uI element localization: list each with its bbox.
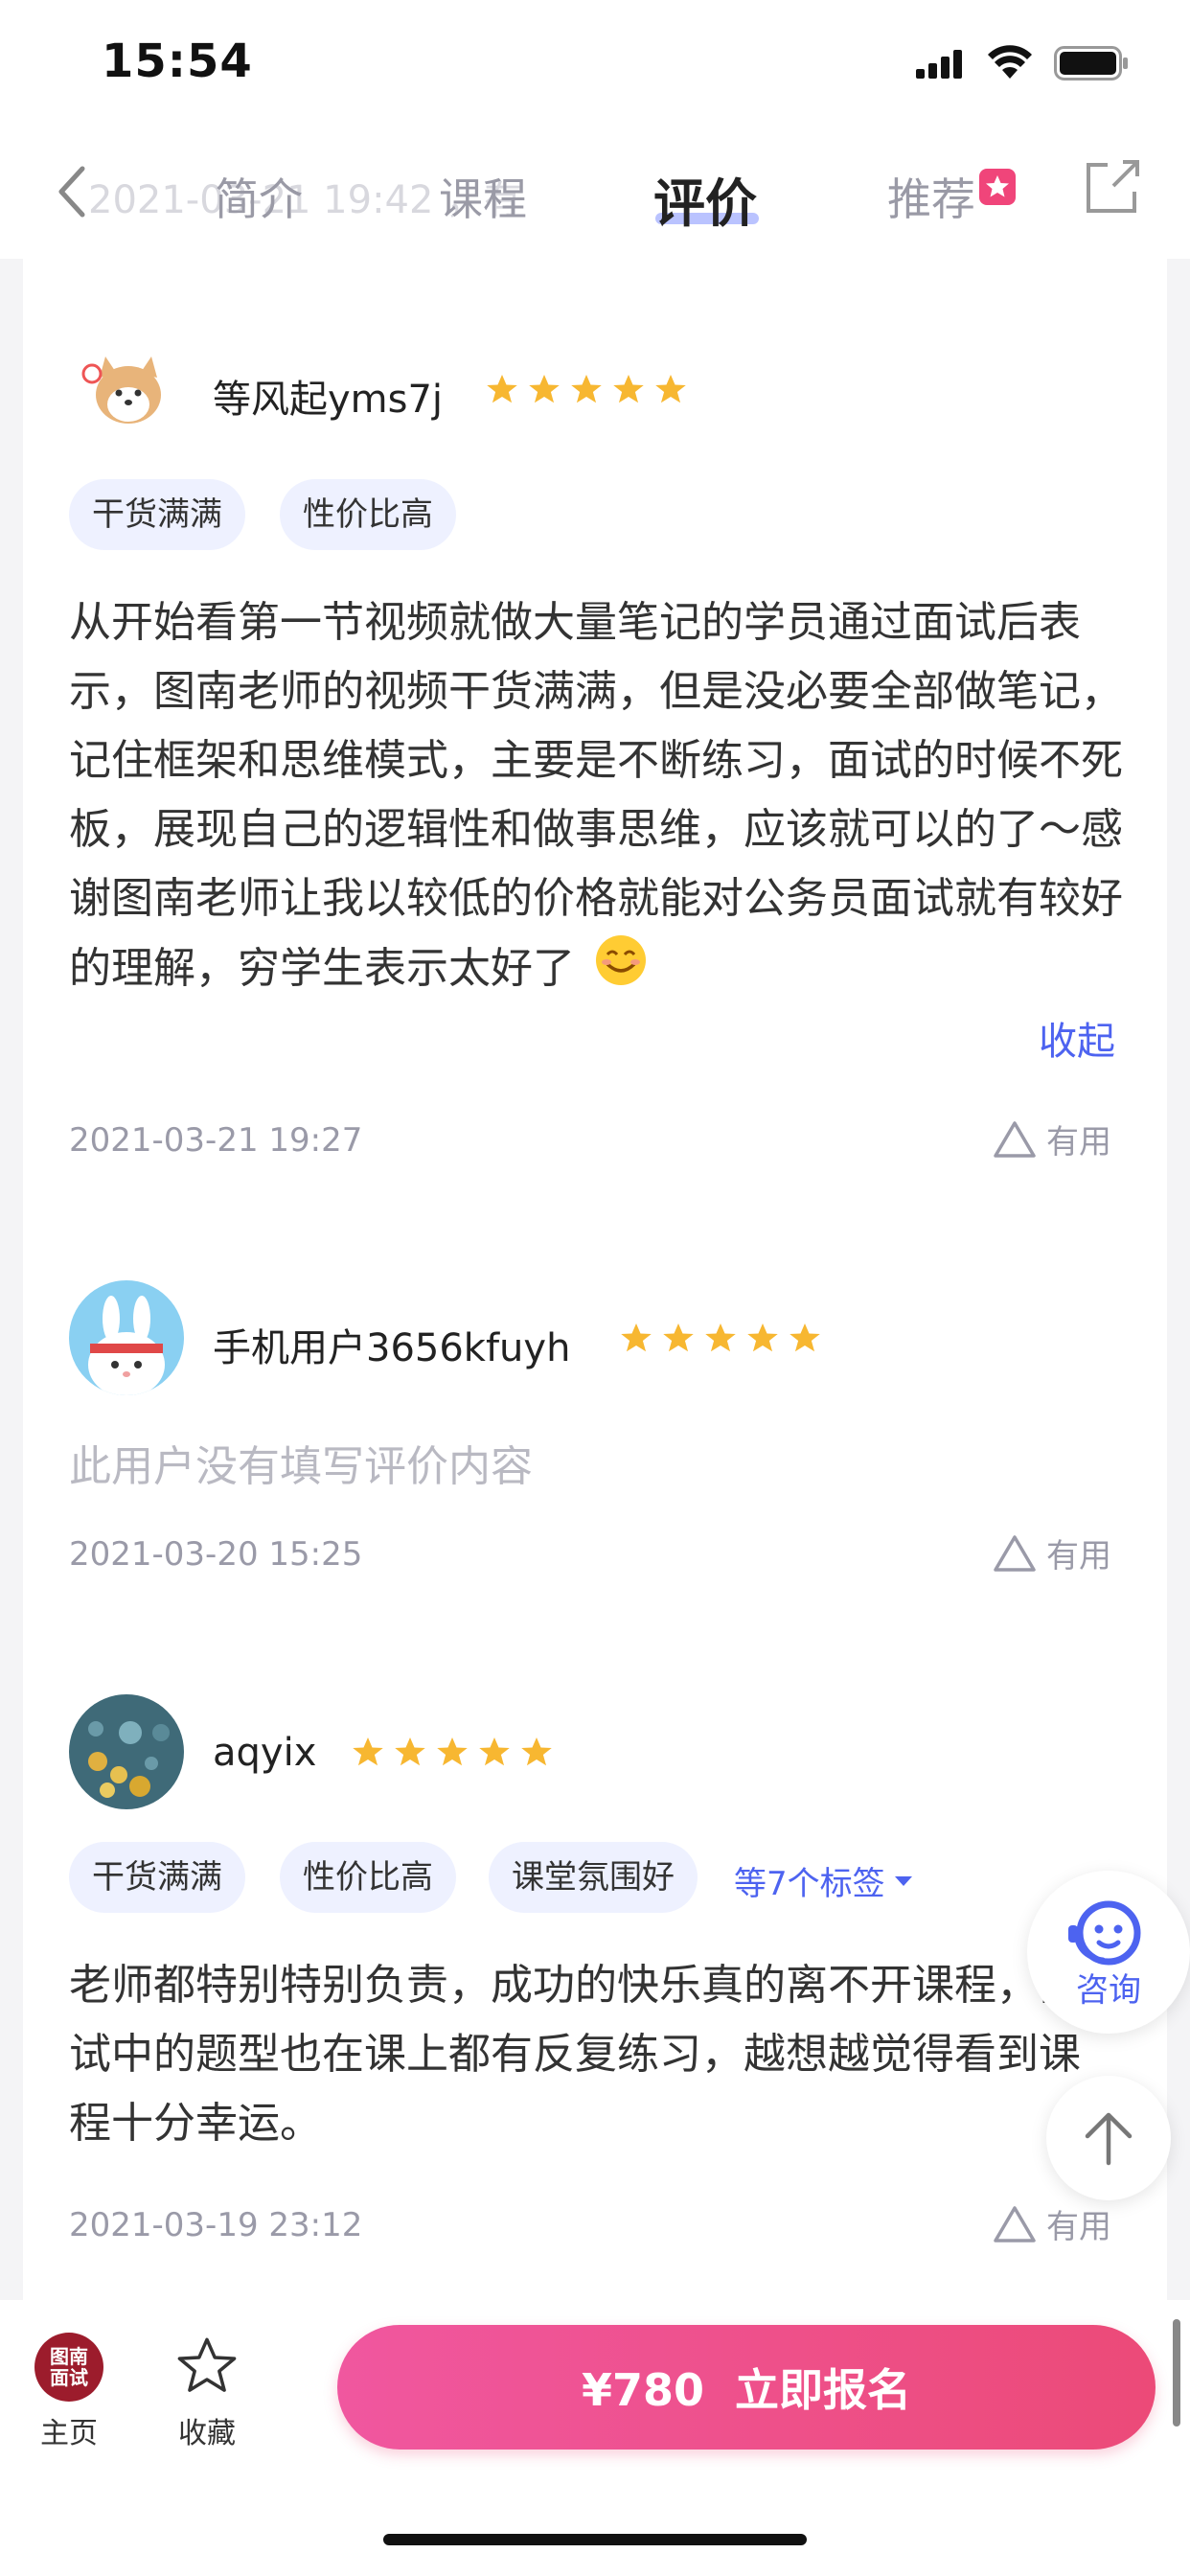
star-icon [529,375,560,403]
review-content: 老师都特别特别负责，成功的快乐真的离不开课程，面试中的题型也在课上都有反复练习，… [69,1961,1081,2148]
star-icon [663,1323,694,1352]
star-rating [619,1321,822,1355]
star-icon [487,375,517,403]
useful-button[interactable]: 有用 [993,2200,1111,2247]
home-indicator [383,2534,807,2545]
smile-emoji-icon [594,933,648,1008]
status-time: 15:54 [102,34,253,88]
star-icon [395,1737,425,1766]
star-outline-icon [177,2337,237,2392]
star-icon [747,1323,778,1352]
favorite-tab[interactable]: 收藏 [165,2333,249,2451]
thumb-triangle-icon [994,1120,1036,1158]
back-to-top-button[interactable] [1046,2076,1171,2200]
review-date: 2021-03-20 15:25 [69,1535,363,1574]
avatar[interactable] [69,1280,184,1395]
star-icon [353,1737,383,1766]
tab-recommend[interactable]: 推荐 [887,165,975,228]
useful-label: 有用 [1046,1123,1111,1162]
review-date: 2021-03-19 23:12 [69,2206,363,2244]
review-date: 2021-03-21 19:27 [69,1121,363,1160]
review-tag: 干货满满 [69,1842,245,1913]
favorite-label: 收藏 [178,2417,236,2450]
reviewer-name[interactable]: aqyix [213,1731,316,1775]
home-tab[interactable]: 图南 面试 主页 [29,2333,109,2451]
review-content: 从开始看第一节视频就做大量笔记的学员通过面试后表示，图南老师的视频干货满满，但是… [69,588,1123,1008]
star-icon [655,375,686,403]
signal-icon [916,48,966,82]
star-icon [479,1737,510,1766]
star-icon [790,1323,820,1352]
thumb-triangle-icon [994,2205,1036,2242]
review-tag: 课堂氛围好 [489,1842,698,1913]
more-tags-label: 等7个标签 [734,1865,885,1903]
more-tags-link[interactable]: 等7个标签 [734,1857,914,1904]
share-icon[interactable] [1085,159,1140,218]
back-icon[interactable] [56,165,88,222]
headset-face-icon [1068,1900,1141,1965]
consult-button[interactable]: 咨询 [1027,1871,1190,2034]
home-label: 主页 [40,2417,98,2450]
star-rating [485,372,688,406]
reviewer-name[interactable]: 等风起yms7j [213,368,443,424]
avatar[interactable] [69,332,184,447]
empty-review-text: 此用户没有填写评价内容 [69,1442,533,1491]
tab-course[interactable]: 课程 [439,165,527,228]
home-logo-icon: 图南 面试 [34,2333,103,2402]
star-icon [571,375,602,403]
star-icon [613,375,644,403]
review-tag: 性价比高 [280,479,456,550]
wifi-icon [987,44,1033,84]
scrollbar[interactable] [1173,2319,1180,2426]
arrow-up-icon [1085,2112,1133,2166]
tab-reviews[interactable]: 评价 [653,161,757,237]
thumb-triangle-icon [994,1534,1036,1572]
useful-button[interactable]: 有用 [993,1530,1111,1576]
caret-down-icon [894,1875,912,1886]
review-tag: 干货满满 [69,479,245,550]
star-icon [521,1737,552,1766]
collapse-link[interactable]: 收起 [1039,1010,1115,1066]
recommend-badge-icon [979,169,1016,209]
star-icon [621,1323,652,1352]
review-tag: 性价比高 [280,1842,456,1913]
star-rating [351,1735,554,1769]
star-icon [705,1323,736,1352]
useful-button[interactable]: 有用 [993,1116,1111,1162]
tab-intro[interactable]: 简介 [215,165,303,228]
consult-label: 咨询 [1076,1970,1141,2010]
battery-icon [1054,46,1131,84]
reviewer-name[interactable]: 手机用户3656kfuyh [213,1317,570,1372]
avatar[interactable] [69,1694,184,1809]
enroll-button[interactable]: ¥780 立即报名 [337,2325,1156,2450]
useful-label: 有用 [1046,2208,1111,2246]
star-icon [437,1737,468,1766]
useful-label: 有用 [1046,1537,1111,1576]
